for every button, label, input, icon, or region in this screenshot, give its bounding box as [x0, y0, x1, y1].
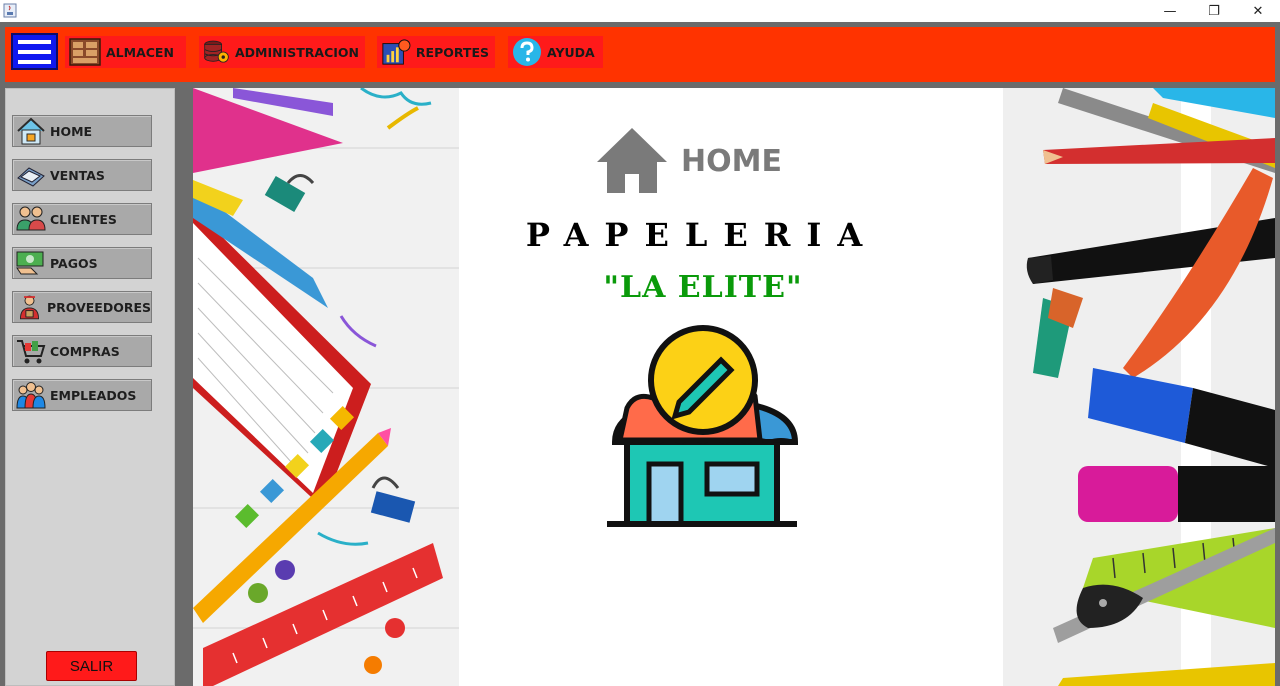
clients-icon — [16, 206, 46, 231]
payments-icon — [16, 251, 44, 275]
main-content: HOME PAPELERIA "LA ELITE" — [193, 88, 1275, 686]
home-large-icon — [597, 128, 667, 193]
menu-administracion-label: ADMINISTRACION — [235, 44, 359, 60]
menu-almacen-label: ALMACEN — [106, 44, 174, 60]
employees-icon — [16, 382, 46, 409]
restore-button[interactable]: ❐ — [1192, 0, 1236, 22]
java-coffee-icon — [3, 3, 17, 18]
sidebar-item-compras[interactable]: COMPRAS — [12, 335, 152, 367]
sales-cash-icon — [17, 167, 45, 187]
right-stationery-image — [1003, 88, 1275, 686]
menu-reportes-label: REPORTES — [415, 44, 489, 60]
menu-administracion[interactable]: ADMINISTRACION — [199, 36, 365, 68]
shopping-cart-icon — [17, 340, 46, 364]
sidebar-item-label: PROVEEDORES — [47, 299, 151, 315]
sidebar-item-label: HOME — [50, 123, 93, 139]
app-frame: ALMACEN ADMINISTRACION REPORTES AYUDA HO… — [0, 22, 1280, 686]
warehouse-shelves-icon — [69, 38, 101, 66]
database-gear-icon — [204, 40, 229, 63]
page-title: HOME — [681, 144, 782, 179]
sidebar: HOME VENTAS CLIENTES PAGOS PROVEEDORES C… — [5, 88, 175, 686]
sidebar-item-pagos[interactable]: PAGOS — [12, 247, 152, 279]
sidebar-item-home[interactable]: HOME — [12, 115, 152, 147]
sidebar-item-label: COMPRAS — [50, 343, 120, 359]
store-subtitle: "LA ELITE" — [603, 270, 803, 305]
close-button[interactable]: ✕ — [1236, 0, 1280, 22]
sidebar-item-label: EMPLEADOS — [50, 387, 137, 403]
sidebar-item-ventas[interactable]: VENTAS — [12, 159, 152, 191]
menu-reportes[interactable]: REPORTES — [377, 36, 495, 68]
sidebar-item-empleados[interactable]: EMPLEADOS — [12, 379, 152, 411]
menu-ayuda-label: AYUDA — [547, 44, 595, 60]
sidebar-item-proveedores[interactable]: PROVEEDORES — [12, 291, 152, 323]
sidebar-item-label: CLIENTES — [50, 211, 117, 227]
sidebar-item-label: PAGOS — [50, 255, 98, 271]
store-logo-icon — [607, 325, 799, 527]
sidebar-item-clientes[interactable]: CLIENTES — [12, 203, 152, 235]
exit-button[interactable]: SALIR — [46, 651, 137, 681]
supplier-icon — [19, 295, 40, 320]
window-titlebar: — ❐ ✕ — [0, 0, 1280, 22]
menu-almacen[interactable]: ALMACEN — [65, 36, 186, 68]
left-stationery-image — [193, 88, 459, 686]
store-title: PAPELERIA — [525, 216, 879, 254]
report-chart-icon — [382, 39, 411, 65]
home-icon — [17, 117, 45, 145]
hamburger-menu-icon[interactable] — [11, 33, 58, 70]
sidebar-item-label: VENTAS — [50, 167, 105, 183]
menu-ayuda[interactable]: AYUDA — [508, 36, 603, 68]
minimize-button[interactable]: — — [1148, 0, 1192, 22]
top-menu-bar: ALMACEN ADMINISTRACION REPORTES AYUDA — [5, 27, 1275, 82]
help-question-icon — [513, 38, 541, 66]
